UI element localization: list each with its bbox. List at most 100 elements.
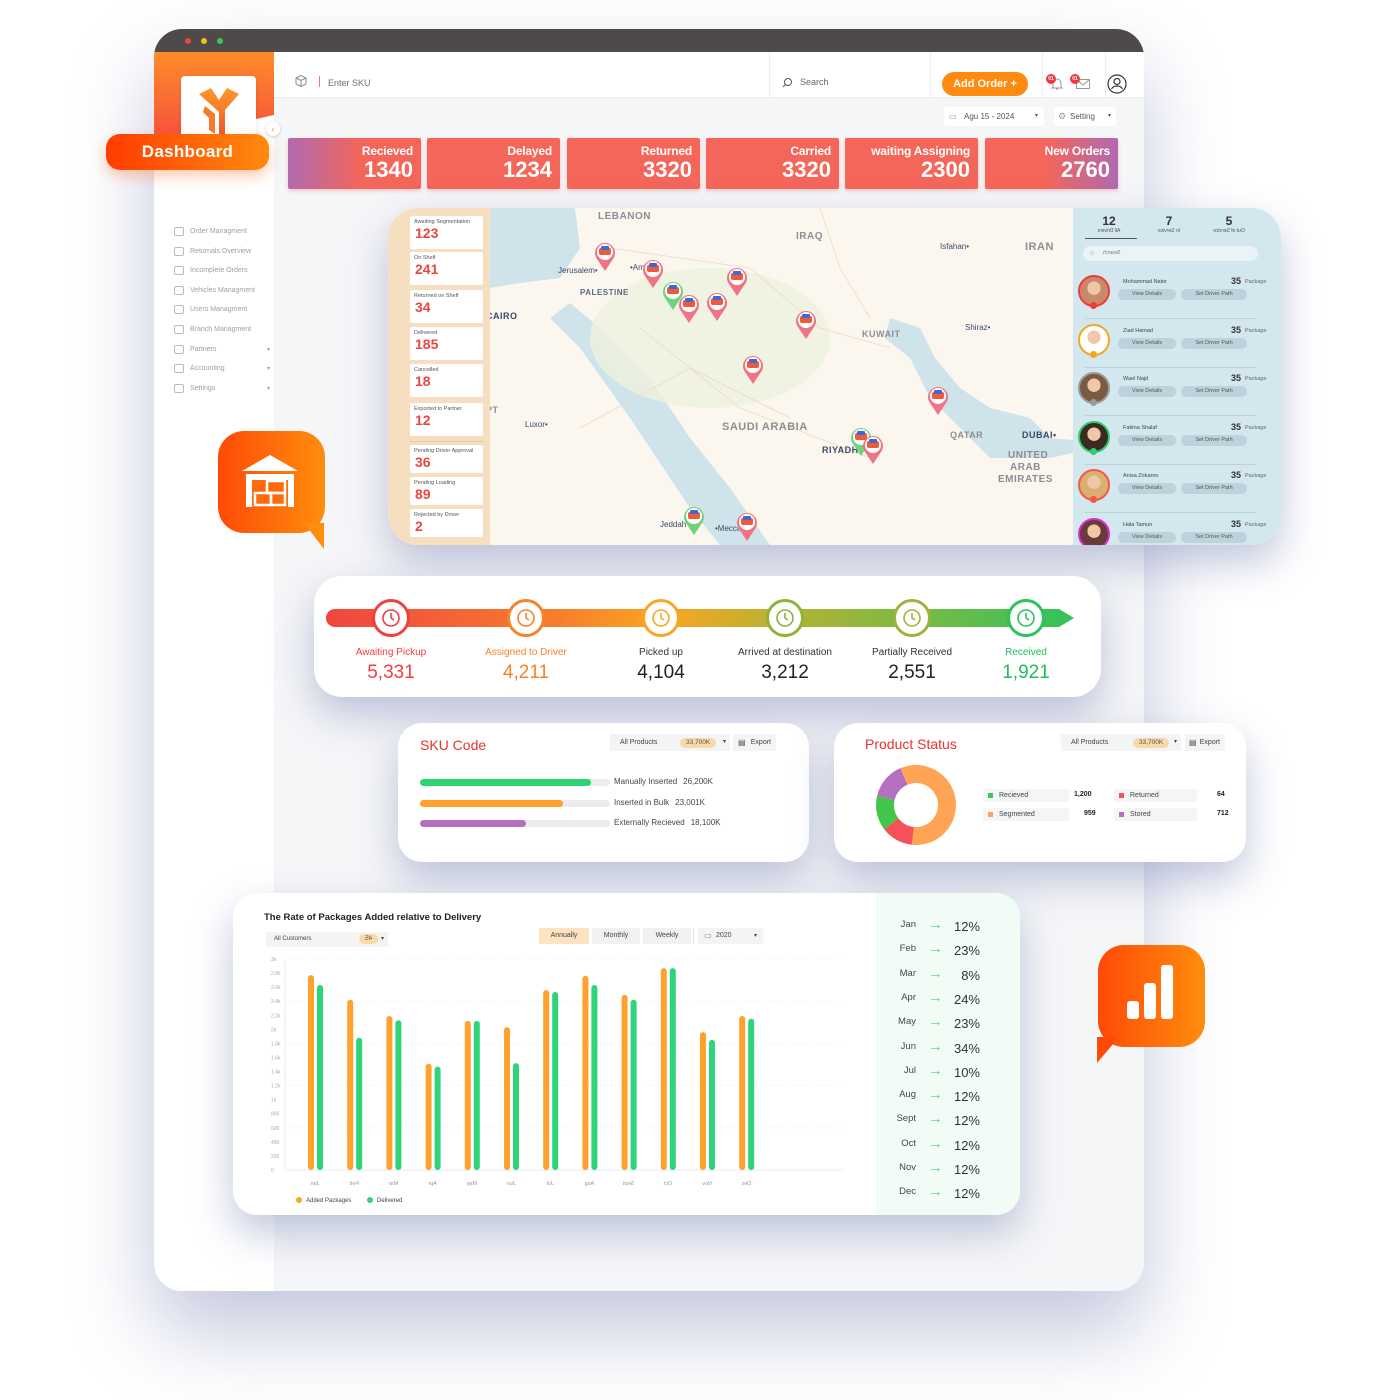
customer-filter-dropdown[interactable]: All Customers 45 ▾ <box>266 932 388 947</box>
bar-delivered-nov[interactable] <box>709 1039 715 1170</box>
vehicle-marker-active[interactable] <box>927 386 949 416</box>
bar-delivered-jan[interactable] <box>317 985 323 1170</box>
bar-added-packages-jul[interactable] <box>543 989 550 1170</box>
pipeline-step-received[interactable]: Received 1,921 <box>956 599 1096 684</box>
period-tab-monthly[interactable]: Monthly <box>592 928 640 944</box>
period-tab-annually[interactable]: Annually <box>539 928 589 944</box>
order-status-exported-to-partner[interactable]: Exported to Partner 12 <box>410 403 483 436</box>
export-button[interactable]: ▤ Export <box>733 734 776 751</box>
minimize-window-dot[interactable] <box>201 38 207 44</box>
bar-added-packages-nov[interactable] <box>700 1032 706 1170</box>
setting-dropdown[interactable]: ⚙ Setting ▾ <box>1054 107 1116 126</box>
sidebar-item-branch-managment[interactable]: Branch Managment <box>174 325 270 334</box>
notifications-button[interactable]: 01 <box>1046 74 1066 92</box>
bar-delivered-mar[interactable] <box>395 1020 402 1170</box>
view-details-button[interactable]: View Details <box>1118 434 1176 446</box>
sidebar-item-accounting[interactable]: Accounting ▾ <box>174 364 270 374</box>
products-filter-dropdown[interactable]: All Products 33,700K ▾ <box>610 734 730 751</box>
stat-card-carried[interactable]: Carried 3320 <box>706 138 839 189</box>
collapse-sidebar-button[interactable]: ‹ <box>266 122 280 136</box>
bar-delivered-feb[interactable] <box>356 1037 363 1170</box>
bar-delivered-dec[interactable] <box>748 1018 755 1170</box>
bar-delivered-sept[interactable] <box>630 999 637 1170</box>
vehicle-marker-active[interactable] <box>742 355 764 385</box>
stat-card-returned[interactable]: Returned 3320 <box>567 138 700 189</box>
date-picker[interactable]: ▭ Agu 15 - 2024 ▾ <box>944 107 1044 126</box>
vehicle-marker-active[interactable] <box>642 259 664 289</box>
bar-added-packages-dec[interactable] <box>739 1015 746 1170</box>
bar-delivered-jul[interactable] <box>552 992 559 1170</box>
sidebar-item-vehicles-managment[interactable]: Vehicles Managment <box>174 285 270 295</box>
sidebar-item-users-managment[interactable]: Users Managment <box>174 305 270 315</box>
sku-input[interactable]: Enter SKU <box>328 78 371 88</box>
order-status-awaiting-segmentation[interactable]: Awaiting Segmentation 123 <box>410 216 483 249</box>
pipeline-step-awaiting-pickup[interactable]: Awaiting Pickup 5,331 <box>321 599 461 684</box>
year-dropdown[interactable]: ▭ 2020 ▾ <box>698 928 763 944</box>
set-driver-path-button[interactable]: Set Driver Path <box>1181 386 1247 397</box>
vehicle-marker-active[interactable] <box>706 292 728 322</box>
delivery-map[interactable]: LEBANONIRAQIRANIsfahan•Jerusalem••AmmanP… <box>490 208 1073 545</box>
sidebar-item-returnals-overview[interactable]: Returnals Overview <box>174 246 270 256</box>
view-details-button[interactable]: View Details <box>1118 483 1176 494</box>
stat-card-delayed[interactable]: Delayed 1234 <box>427 138 560 189</box>
bar-added-packages-mar[interactable] <box>386 1015 393 1170</box>
order-status-pending-loading[interactable]: Pending Loading 89 <box>410 477 483 505</box>
set-driver-path-button[interactable]: Set Driver Path <box>1181 531 1247 543</box>
bar-added-packages-feb[interactable] <box>347 999 354 1170</box>
order-status-returned-on-shelf[interactable]: Returned on Shelf 34 <box>410 290 483 323</box>
pipeline-step-assigned-to-driver[interactable]: Assigned to Driver 4,211 <box>456 599 596 684</box>
bar-added-packages-jun[interactable] <box>504 1027 510 1170</box>
view-details-button[interactable]: View Details <box>1118 531 1176 543</box>
sidebar-item-settings[interactable]: Settings ▾ <box>174 383 270 393</box>
messages-button[interactable]: 01 <box>1070 74 1092 92</box>
maximize-window-dot[interactable] <box>217 38 223 44</box>
bar-delivered-jun[interactable] <box>513 1063 519 1170</box>
vehicle-marker-active[interactable] <box>736 512 758 542</box>
products-filter-dropdown[interactable]: All Products 33,700K ▾ <box>1061 734 1181 751</box>
order-status-on-shelf[interactable]: On Shelf 241 <box>410 252 483 285</box>
order-status-pending-driver-approval[interactable]: Pending Driver Approval 36 <box>410 445 483 473</box>
add-order-button[interactable]: Add Order + <box>942 72 1028 96</box>
driver-tab-in-service[interactable]: 7 In Service <box>1139 214 1199 234</box>
stat-card-new-orders[interactable]: New Orders 2760 <box>985 138 1118 189</box>
driver-avatar[interactable] <box>1078 517 1110 545</box>
export-button[interactable]: ▤ Export <box>1185 734 1225 751</box>
pipeline-step-arrived-at-destination[interactable]: Arrived at destination 3,212 <box>715 599 855 684</box>
order-status-delivered[interactable]: Delivered 185 <box>410 327 483 360</box>
driver-tab-all-drivers[interactable]: 12 All Drivers <box>1079 214 1139 234</box>
user-profile-icon[interactable] <box>1107 74 1127 94</box>
set-driver-path-button[interactable]: Set Driver Path <box>1181 483 1247 494</box>
view-details-button[interactable]: View Details <box>1118 289 1176 300</box>
bar-added-packages-aug[interactable] <box>582 975 589 1170</box>
bar-added-packages-oct[interactable] <box>660 968 667 1170</box>
view-details-button[interactable]: View Details <box>1118 337 1176 349</box>
search-field[interactable]: Search <box>769 52 931 98</box>
stat-card-recieved[interactable]: Recieved 1340 <box>288 138 421 189</box>
bar-delivered-apr[interactable] <box>434 1066 441 1170</box>
driver-search-input[interactable]: ○ Search <box>1083 246 1258 261</box>
vehicle-marker-active[interactable] <box>726 267 748 297</box>
set-driver-path-button[interactable]: Set Driver Path <box>1181 434 1247 446</box>
period-tab-weekly[interactable]: Weekly <box>643 928 691 944</box>
sidebar-item-incomplete-orders[interactable]: Incomplete Orders <box>174 266 270 276</box>
sidebar-item-order-managment[interactable]: Order Managment <box>174 227 270 236</box>
bar-added-packages-sept[interactable] <box>621 994 628 1170</box>
driver-tab-out-of-service[interactable]: 5 Out of Service <box>1199 214 1259 234</box>
bar-added-packages-jan[interactable] <box>308 975 314 1170</box>
sidebar-item-partners[interactable]: Partners ▾ <box>174 344 270 354</box>
view-details-button[interactable]: View Details <box>1118 386 1176 397</box>
vehicle-marker-active[interactable] <box>795 310 817 340</box>
bar-added-packages-apr[interactable] <box>425 1063 432 1170</box>
bar-delivered-oct[interactable] <box>669 968 676 1170</box>
pipeline-step-picked-up[interactable]: Picked up 4,104 <box>591 599 731 684</box>
order-status-cancelled[interactable]: Cancelled 18 <box>410 364 483 397</box>
set-driver-path-button[interactable]: Set Driver Path <box>1181 337 1247 349</box>
vehicle-marker-active[interactable] <box>678 294 700 324</box>
vehicle-marker-available[interactable] <box>683 506 705 536</box>
bar-delivered-may[interactable] <box>473 1020 480 1170</box>
vehicle-marker-active[interactable] <box>862 435 884 465</box>
vehicle-marker-active[interactable] <box>594 242 616 272</box>
dashboard-nav-pill[interactable]: Dashboard <box>106 134 269 170</box>
set-driver-path-button[interactable]: Set Driver Path <box>1181 289 1247 300</box>
close-window-dot[interactable] <box>185 38 191 44</box>
